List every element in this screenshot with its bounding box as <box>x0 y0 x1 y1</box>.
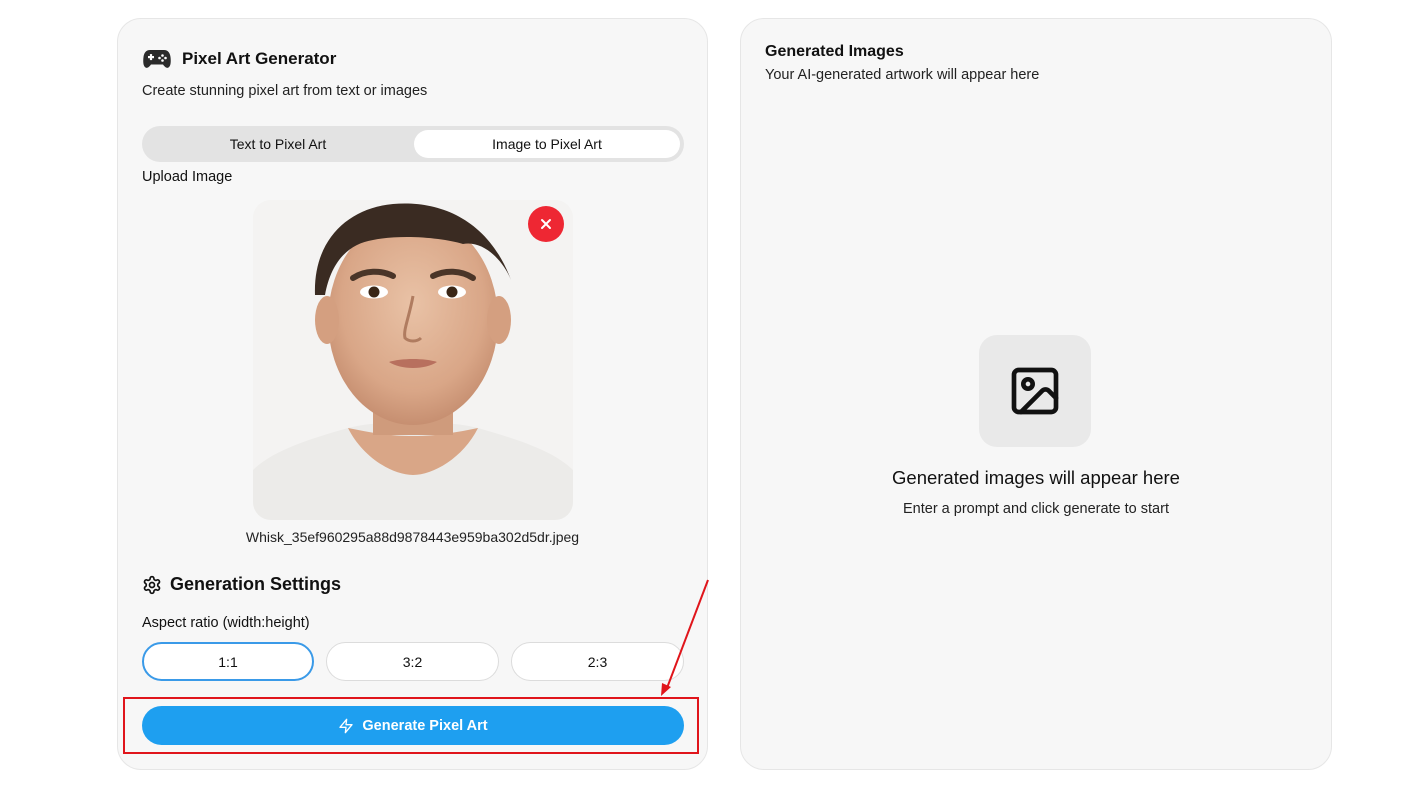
empty-state-tile <box>979 335 1091 447</box>
remove-image-button[interactable] <box>528 206 564 242</box>
uploaded-file-name: Whisk_35ef960295a88d9878443e959ba302d5dr… <box>245 529 580 545</box>
close-icon <box>541 219 551 229</box>
mode-toggle: Text to Pixel Art Image to Pixel Art <box>142 126 684 162</box>
results-title: Generated Images <box>765 43 904 60</box>
image-icon <box>1011 367 1059 415</box>
generation-settings-title: Generation Settings <box>170 574 342 594</box>
tab-text-to-pixel-art[interactable]: Text to Pixel Art <box>146 130 410 158</box>
generator-header: Pixel Art Generator <box>142 47 336 71</box>
generate-pixel-art-button[interactable]: Generate Pixel Art <box>142 706 684 745</box>
tab-image-to-pixel-art[interactable]: Image to Pixel Art <box>414 130 680 158</box>
empty-state-hint: Enter a prompt and click generate to sta… <box>903 501 1169 517</box>
generator-panel: Pixel Art Generator Create stunning pixe… <box>117 18 708 770</box>
aspect-ratio-2-3-button[interactable]: 2:3 <box>511 642 684 681</box>
app-title: Pixel Art Generator <box>182 49 337 68</box>
lightning-icon <box>339 718 354 733</box>
aspect-ratio-1-1-button[interactable]: 1:1 <box>142 642 314 681</box>
app-subtitle: Create stunning pixel art from text or i… <box>142 83 428 99</box>
aspect-ratio-label: Aspect ratio (width:height) <box>142 615 310 631</box>
gear-icon <box>143 575 161 594</box>
generation-settings-header: Generation Settings <box>142 574 341 595</box>
upload-image-label: Upload Image <box>142 169 233 185</box>
empty-state-title: Generated images will appear here <box>892 467 1180 488</box>
uploaded-image-preview <box>253 200 573 520</box>
gamepad-icon <box>143 50 171 68</box>
generate-button-label: Generate Pixel Art <box>362 717 488 734</box>
results-subtitle: Your AI-generated artwork will appear he… <box>765 67 1040 83</box>
results-panel: Generated Images Your AI-generated artwo… <box>740 18 1332 770</box>
aspect-ratio-3-2-button[interactable]: 3:2 <box>326 642 499 681</box>
